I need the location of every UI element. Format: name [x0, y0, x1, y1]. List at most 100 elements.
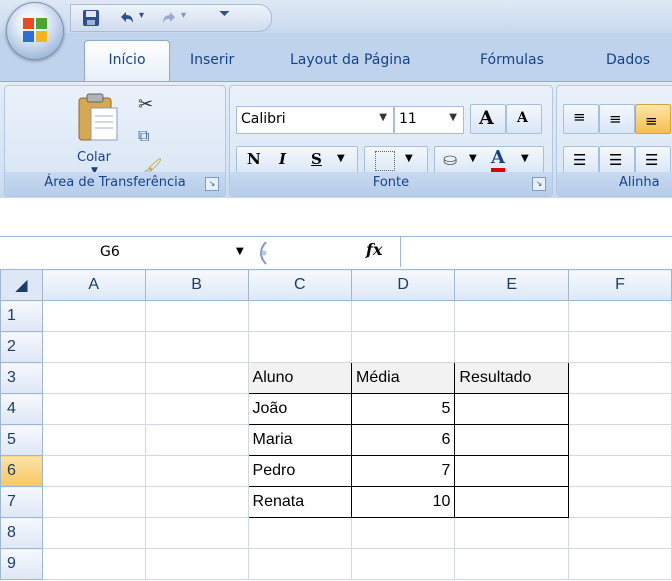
cell-resultado[interactable]: [454, 486, 570, 518]
cell[interactable]: [351, 548, 456, 580]
font-name-select[interactable]: Calibri ▼: [236, 106, 394, 134]
align-top-button[interactable]: ≡: [563, 104, 599, 134]
bold-button[interactable]: N: [247, 150, 261, 168]
paste-icon[interactable]: [75, 92, 121, 144]
font-color-icon[interactable]: A: [491, 148, 505, 172]
cell[interactable]: [351, 300, 456, 332]
align-middle-button[interactable]: ≡: [599, 104, 635, 134]
cell[interactable]: [454, 548, 570, 580]
tab-inicio[interactable]: Início: [84, 40, 170, 83]
cell[interactable]: [568, 424, 672, 456]
cell[interactable]: [454, 517, 570, 549]
column-header-c[interactable]: C: [247, 269, 353, 301]
header-cell-aluno[interactable]: Aluno: [247, 362, 353, 394]
cell[interactable]: [144, 362, 249, 394]
column-header-d[interactable]: D: [351, 269, 456, 301]
cell-media[interactable]: 5: [351, 393, 456, 425]
cell[interactable]: [41, 331, 146, 363]
cut-icon[interactable]: ✂: [138, 94, 153, 115]
copy-icon[interactable]: ⧉: [138, 126, 149, 146]
cell-resultado[interactable]: [454, 455, 570, 487]
cell[interactable]: [568, 300, 672, 332]
cell[interactable]: [144, 331, 249, 363]
cell[interactable]: [247, 300, 353, 332]
underline-button[interactable]: S: [311, 150, 322, 168]
grow-font-button[interactable]: A: [470, 104, 506, 134]
cell[interactable]: [568, 331, 672, 363]
row-header-4[interactable]: 4: [0, 393, 43, 425]
cell-media[interactable]: 6: [351, 424, 456, 456]
cell[interactable]: [568, 362, 672, 394]
cell-resultado[interactable]: [454, 393, 570, 425]
cell[interactable]: [454, 331, 570, 363]
tab-layout-da-pagina[interactable]: Layout da Página: [290, 52, 411, 68]
cell-media[interactable]: 7: [351, 455, 456, 487]
row-header-6[interactable]: 6: [0, 455, 43, 487]
cell[interactable]: [144, 393, 249, 425]
office-button[interactable]: [6, 2, 64, 60]
cell[interactable]: [41, 517, 146, 549]
cell-aluno[interactable]: Pedro: [247, 455, 353, 487]
cell[interactable]: [144, 300, 249, 332]
cell-aluno[interactable]: João: [247, 393, 353, 425]
cell[interactable]: [454, 300, 570, 332]
font-launcher-icon[interactable]: ↘: [532, 177, 546, 191]
header-cell-media[interactable]: Média: [351, 362, 456, 394]
row-header-5[interactable]: 5: [0, 424, 43, 456]
cell[interactable]: [144, 517, 249, 549]
insert-function-icon[interactable]: fx: [366, 240, 382, 259]
paste-label[interactable]: Colar: [77, 150, 111, 165]
clipboard-launcher-icon[interactable]: ↘: [205, 177, 219, 191]
select-all-corner[interactable]: ◢: [0, 269, 43, 301]
row-header-2[interactable]: 2: [0, 331, 43, 363]
cell[interactable]: [568, 548, 672, 580]
cell[interactable]: [247, 548, 353, 580]
cell[interactable]: [351, 517, 456, 549]
cell[interactable]: [41, 393, 146, 425]
undo-icon[interactable]: [117, 8, 137, 28]
row-header-1[interactable]: 1: [0, 300, 43, 332]
tab-dados[interactable]: Dados: [606, 52, 650, 68]
cell[interactable]: [568, 486, 672, 518]
name-box[interactable]: G6: [0, 239, 250, 267]
redo-icon[interactable]: [159, 8, 179, 28]
header-cell-resultado[interactable]: Resultado: [454, 362, 570, 394]
cell-media[interactable]: 10: [351, 486, 456, 518]
cell[interactable]: [41, 486, 146, 518]
chevron-down-icon[interactable]: ▼: [337, 153, 345, 164]
column-header-f[interactable]: F: [568, 269, 672, 301]
cell[interactable]: [247, 331, 353, 363]
chevron-down-icon[interactable]: ▼: [521, 153, 529, 164]
cell[interactable]: [41, 362, 146, 394]
cell[interactable]: [351, 331, 456, 363]
name-box-dropdown-icon[interactable]: ▼: [236, 246, 244, 257]
fill-color-icon[interactable]: ⛀: [443, 150, 457, 170]
cell[interactable]: [247, 517, 353, 549]
cell[interactable]: [144, 455, 249, 487]
cell[interactable]: [568, 455, 672, 487]
cell-aluno[interactable]: Renata: [247, 486, 353, 518]
row-header-8[interactable]: 8: [0, 517, 43, 549]
cell[interactable]: [144, 424, 249, 456]
chevron-down-icon[interactable]: ▼: [469, 153, 477, 164]
cell-aluno[interactable]: Maria: [247, 424, 353, 456]
cell[interactable]: [41, 455, 146, 487]
cell-resultado[interactable]: [454, 424, 570, 456]
cell[interactable]: [144, 548, 249, 580]
row-header-7[interactable]: 7: [0, 486, 43, 518]
font-size-select[interactable]: 11 ▼: [394, 106, 464, 134]
row-header-3[interactable]: 3: [0, 362, 43, 394]
cell[interactable]: [568, 517, 672, 549]
customize-icon[interactable]: ⏷: [219, 6, 230, 22]
save-icon[interactable]: [81, 8, 101, 28]
cell[interactable]: [144, 486, 249, 518]
formula-input[interactable]: [400, 237, 672, 267]
undo-dropdown-icon[interactable]: ▾: [139, 10, 144, 21]
column-header-e[interactable]: E: [454, 269, 570, 301]
tab-inserir[interactable]: Inserir: [190, 52, 234, 68]
tab-formulas[interactable]: Fórmulas: [480, 52, 544, 68]
column-header-b[interactable]: B: [144, 269, 249, 301]
redo-dropdown-icon[interactable]: ▾: [181, 10, 186, 21]
column-header-a[interactable]: A: [41, 269, 146, 301]
cell[interactable]: [41, 300, 146, 332]
